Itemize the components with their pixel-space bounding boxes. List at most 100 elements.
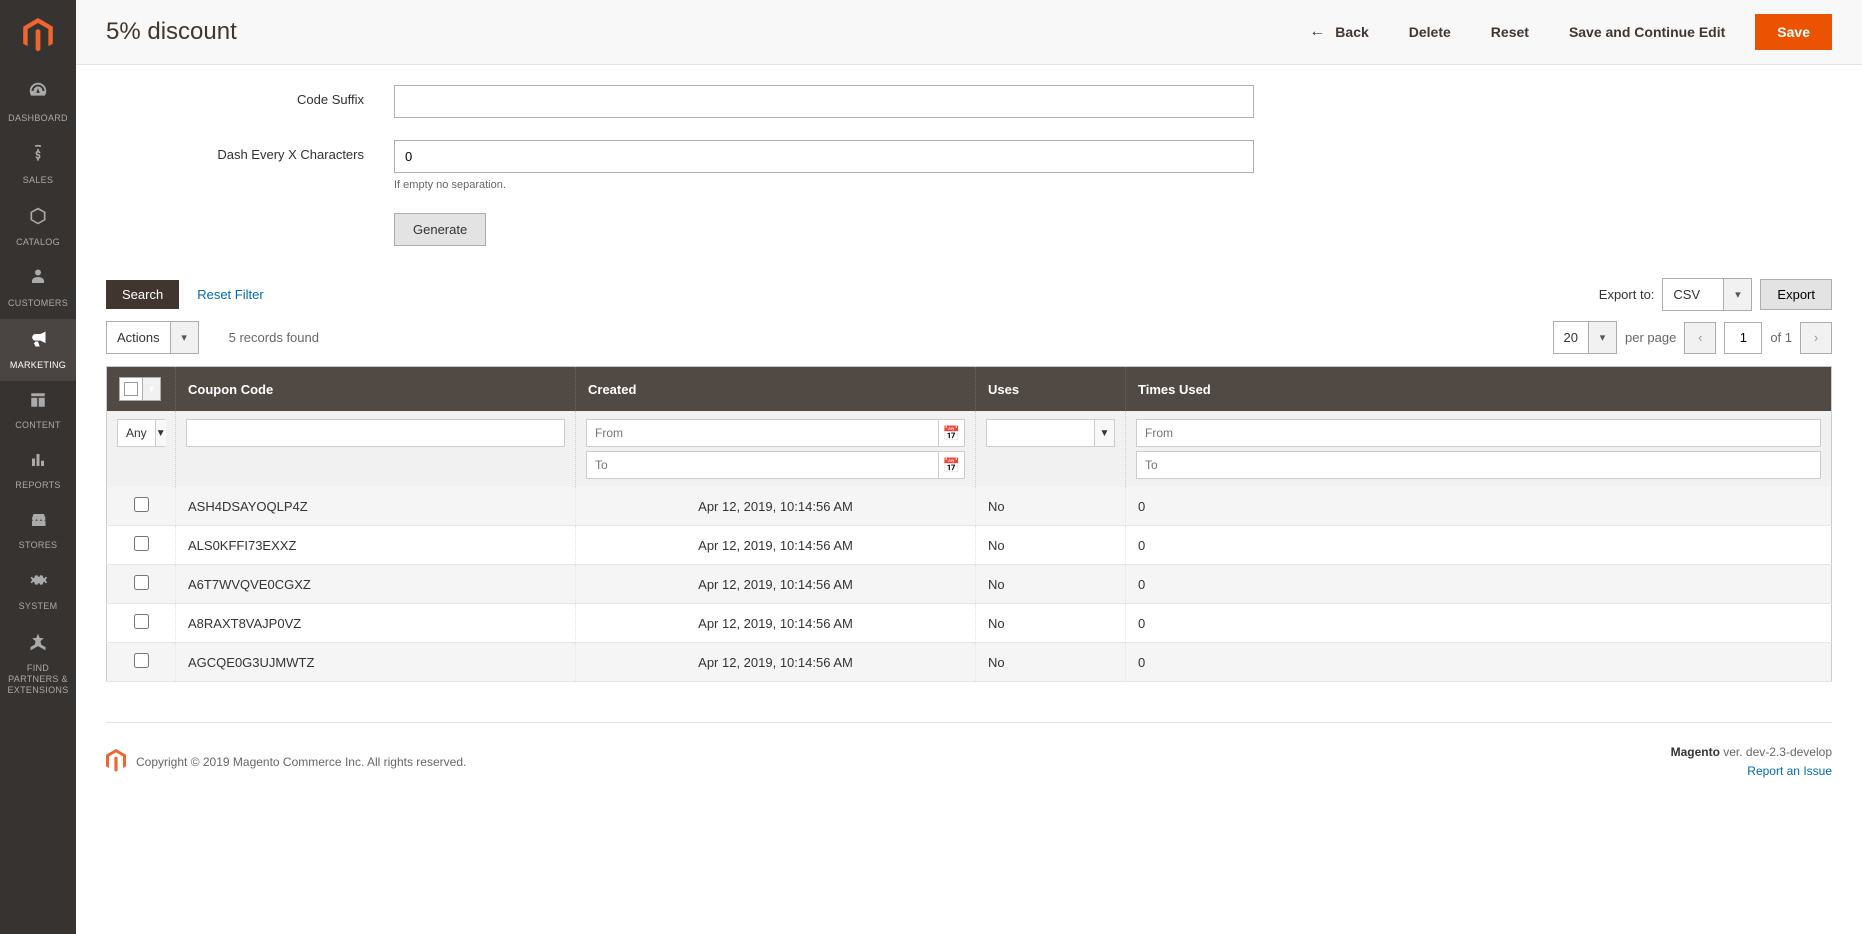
delete-button[interactable]: Delete: [1389, 0, 1471, 65]
cell-created: Apr 12, 2019, 10:14:56 AM: [576, 643, 976, 682]
cell-uses: No: [976, 526, 1126, 565]
cell-code: AGCQE0G3UJMWTZ: [176, 643, 576, 682]
footer-version: ver. dev-2.3-develop: [1720, 745, 1832, 759]
cell-code: ASH4DSAYOQLP4Z: [176, 487, 576, 526]
row-checkbox[interactable]: [134, 653, 149, 668]
table-row[interactable]: ALS0KFFI73EXXZ Apr 12, 2019, 10:14:56 AM…: [107, 526, 1832, 565]
filter-created-from-input[interactable]: [586, 419, 939, 447]
filter-coupon-code-input[interactable]: [186, 419, 565, 447]
sidebar-item-content[interactable]: CONTENT: [0, 381, 76, 441]
sidebar-item-reports[interactable]: REPORTS: [0, 441, 76, 501]
cell-uses: No: [976, 487, 1126, 526]
cell-times: 0: [1126, 643, 1832, 682]
filter-times-from-input[interactable]: [1136, 419, 1821, 447]
system-icon: [28, 570, 48, 596]
sidebar-label: CUSTOMERS: [8, 298, 68, 309]
page-current-input[interactable]: [1724, 322, 1762, 354]
footer-right: Magento ver. dev-2.3-develop Report an I…: [1671, 743, 1832, 781]
magento-logo[interactable]: [0, 0, 76, 70]
cell-uses: No: [976, 565, 1126, 604]
report-issue-link[interactable]: Report an Issue: [1747, 764, 1832, 778]
cell-code: A6T7WVQVE0CGXZ: [176, 565, 576, 604]
row-checkbox[interactable]: [134, 536, 149, 551]
per-page-select[interactable]: 20: [1553, 321, 1617, 354]
stores-icon: [28, 511, 48, 535]
table-row[interactable]: AGCQE0G3UJMWTZ Apr 12, 2019, 10:14:56 AM…: [107, 643, 1832, 682]
search-button[interactable]: Search: [106, 280, 179, 309]
code-suffix-input[interactable]: [394, 85, 1254, 118]
sidebar-item-partners[interactable]: FIND PARTNERS & EXTENSIONS: [0, 622, 76, 705]
chevron-down-icon: ▼: [155, 420, 166, 446]
cell-uses: No: [976, 604, 1126, 643]
reset-button[interactable]: Reset: [1471, 0, 1549, 65]
sales-icon: [28, 144, 48, 170]
dash-every-input[interactable]: [394, 140, 1254, 173]
row-checkbox[interactable]: [134, 614, 149, 629]
filter-created-to-input[interactable]: [586, 451, 939, 479]
table-row[interactable]: A8RAXT8VAJP0VZ Apr 12, 2019, 10:14:56 AM…: [107, 604, 1832, 643]
chevron-down-icon: [170, 322, 198, 353]
sidebar-label: CONTENT: [15, 420, 61, 431]
actions-select[interactable]: Actions: [106, 321, 199, 354]
back-button[interactable]: Back: [1289, 0, 1388, 65]
calendar-icon[interactable]: 📅: [939, 419, 965, 447]
dashboard-icon: [27, 80, 49, 108]
cell-times: 0: [1126, 487, 1832, 526]
grid-controls-2: Actions 5 records found 20 per page ‹ of…: [76, 321, 1862, 366]
filter-uses-value: [987, 420, 1094, 446]
table-row[interactable]: A6T7WVQVE0CGXZ Apr 12, 2019, 10:14:56 AM…: [107, 565, 1832, 604]
filter-uses-select[interactable]: ▼: [986, 419, 1115, 447]
column-uses[interactable]: Uses: [976, 367, 1126, 412]
export-wrap: Export to: CSV Export: [1599, 278, 1832, 311]
column-coupon-code[interactable]: Coupon Code: [176, 367, 576, 412]
sidebar-item-stores[interactable]: STORES: [0, 501, 76, 561]
column-times-used[interactable]: Times Used: [1126, 367, 1832, 412]
filter-times-to-input[interactable]: [1136, 451, 1821, 479]
chevron-down-icon: ▼: [1094, 420, 1114, 446]
page-prev-button[interactable]: ‹: [1684, 322, 1716, 354]
chevron-down-icon: ▼: [142, 378, 160, 400]
calendar-icon[interactable]: 📅: [939, 451, 965, 479]
sidebar-item-dashboard[interactable]: DASHBOARD: [0, 70, 76, 134]
table-row[interactable]: ASH4DSAYOQLP4Z Apr 12, 2019, 10:14:56 AM…: [107, 487, 1832, 526]
dash-every-note: If empty no separation.: [394, 179, 1254, 191]
row-checkbox[interactable]: [134, 497, 149, 512]
export-format-select[interactable]: CSV: [1662, 278, 1752, 311]
cell-times: 0: [1126, 565, 1832, 604]
checkbox-icon: [124, 382, 138, 396]
cell-times: 0: [1126, 526, 1832, 565]
page-next-button[interactable]: ›: [1800, 322, 1832, 354]
column-created[interactable]: Created: [576, 367, 976, 412]
sidebar-label: REPORTS: [15, 480, 60, 491]
save-continue-button[interactable]: Save and Continue Edit: [1549, 0, 1745, 65]
chevron-down-icon: [1588, 322, 1616, 353]
cell-code: A8RAXT8VAJP0VZ: [176, 604, 576, 643]
sidebar-label: FIND PARTNERS & EXTENSIONS: [4, 663, 72, 695]
generate-button[interactable]: Generate: [394, 213, 486, 246]
chevron-left-icon: ‹: [1698, 330, 1702, 345]
coupons-table: ▼ Coupon Code Created Uses Times Used An…: [106, 366, 1832, 682]
sidebar: DASHBOARD SALES CATALOG CUSTOMERS MARKET…: [0, 0, 76, 934]
export-label: Export to:: [1599, 287, 1655, 302]
select-all-control[interactable]: ▼: [119, 377, 161, 401]
row-checkbox[interactable]: [134, 575, 149, 590]
reports-icon: [28, 451, 48, 475]
sidebar-item-marketing[interactable]: MARKETING: [0, 319, 76, 381]
sidebar-item-customers[interactable]: CUSTOMERS: [0, 257, 76, 319]
pager: 20 per page ‹ of 1 ›: [1553, 321, 1832, 354]
marketing-icon: [27, 329, 49, 355]
filter-select-any[interactable]: Any ▼: [117, 419, 165, 447]
reset-filter-button[interactable]: Reset Filter: [187, 280, 273, 309]
export-button[interactable]: Export: [1760, 279, 1832, 310]
sidebar-label: CATALOG: [16, 237, 60, 248]
actions-value: Actions: [107, 322, 170, 353]
per-page-label: per page: [1625, 330, 1676, 345]
sidebar-item-catalog[interactable]: CATALOG: [0, 196, 76, 258]
cell-created: Apr 12, 2019, 10:14:56 AM: [576, 526, 976, 565]
cell-code: ALS0KFFI73EXXZ: [176, 526, 576, 565]
sidebar-item-sales[interactable]: SALES: [0, 134, 76, 196]
partners-icon: [28, 632, 48, 658]
sidebar-item-system[interactable]: SYSTEM: [0, 560, 76, 622]
magento-logo-small: [106, 749, 126, 775]
save-button[interactable]: Save: [1755, 14, 1832, 50]
